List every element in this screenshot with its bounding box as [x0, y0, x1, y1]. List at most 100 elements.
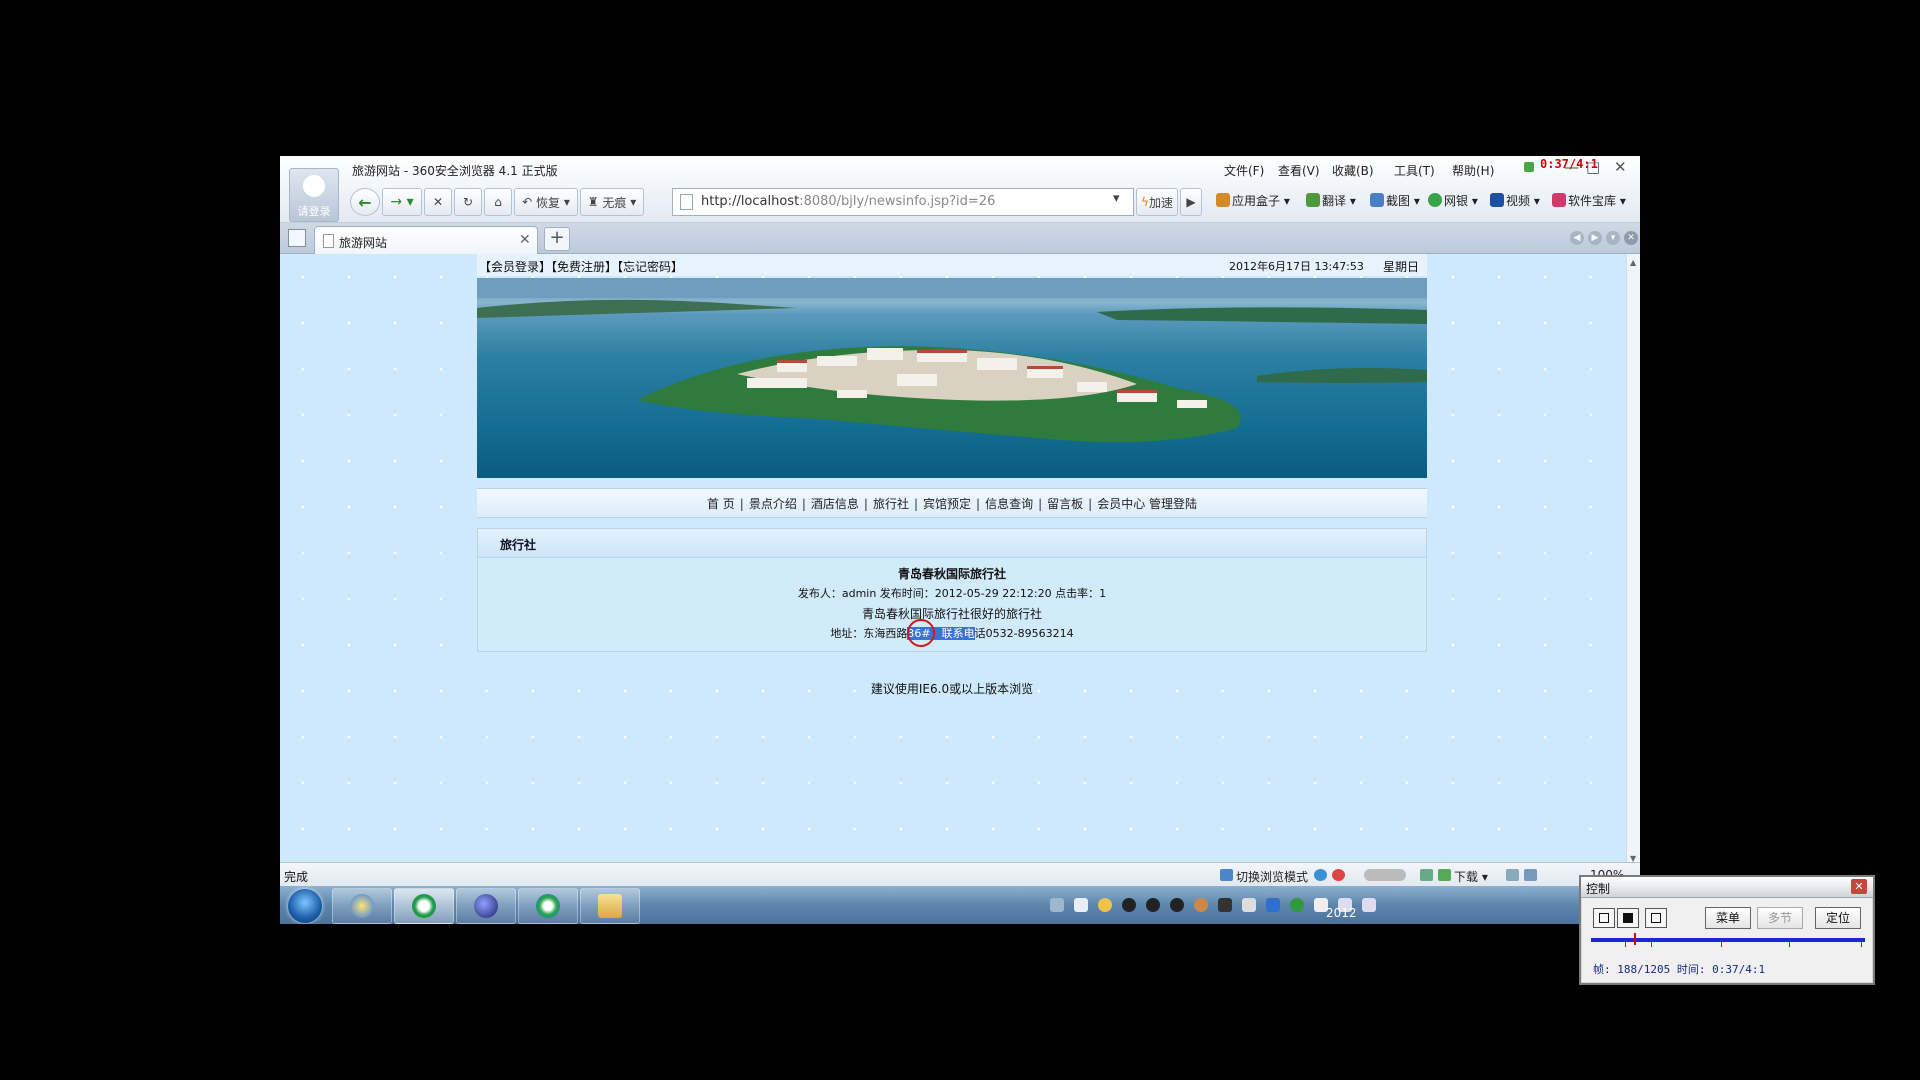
menu-view[interactable]: 查看(V): [1278, 162, 1320, 179]
nav-travel-agency[interactable]: 旅行社: [873, 497, 909, 511]
back-arrow-icon: ←: [358, 192, 372, 212]
multi-section-button[interactable]: 多节: [1757, 907, 1803, 929]
restore-button[interactable]: ↶ 恢复 ▾: [514, 188, 578, 216]
app-icon: [536, 894, 560, 918]
nav-info-query[interactable]: 信息查询: [985, 497, 1033, 511]
taskbar-explorer[interactable]: [580, 888, 640, 924]
maximize-button[interactable]: □: [1586, 158, 1600, 176]
stop-frame-button[interactable]: [1617, 908, 1639, 928]
member-login-link[interactable]: 【会员登录】: [479, 260, 551, 274]
address-bar[interactable]: http://localhost:8080/bjly/newsinfo.jsp?…: [672, 188, 1134, 216]
ie-icon: [350, 894, 374, 918]
download-icon: [1438, 869, 1451, 881]
avatar-head-icon: [303, 175, 325, 197]
playback-track[interactable]: [1591, 938, 1865, 942]
taskbar-360-browser[interactable]: [394, 888, 454, 924]
taskbar-app4[interactable]: [518, 888, 578, 924]
menu-file[interactable]: 文件(F): [1224, 162, 1264, 179]
refresh-button[interactable]: ↻: [454, 188, 482, 216]
qq-icon[interactable]: [1146, 898, 1160, 912]
section-title: 旅行社: [500, 538, 537, 552]
ie-icon[interactable]: [1314, 869, 1327, 881]
tray-app-icon[interactable]: [1218, 898, 1232, 912]
volume-icon[interactable]: [1362, 898, 1376, 912]
vertical-scrollbar[interactable]: ▲ ▼: [1626, 254, 1640, 868]
menu-button[interactable]: 菜单: [1705, 907, 1751, 929]
software-store-tool[interactable]: 软件宝库 ▾: [1552, 192, 1626, 209]
taskbar-ie[interactable]: [332, 888, 392, 924]
close-icon[interactable]: ✕: [1851, 879, 1867, 894]
nav-member-center[interactable]: 会员中心: [1097, 497, 1145, 511]
next-frame-button[interactable]: [1645, 908, 1667, 928]
qq-icon[interactable]: [1122, 898, 1136, 912]
taskbar-eclipse[interactable]: [456, 888, 516, 924]
tray-app-icon[interactable]: [1242, 898, 1256, 912]
menu-help[interactable]: 帮助(H): [1452, 162, 1494, 179]
nav-message-board[interactable]: 留言板: [1047, 497, 1083, 511]
refresh-tray-icon[interactable]: [1290, 898, 1304, 912]
back-button[interactable]: ←: [350, 188, 380, 216]
download-button[interactable]: 下载 ▾: [1454, 868, 1488, 885]
prev-frame-button[interactable]: [1593, 908, 1615, 928]
shield-icon[interactable]: [1266, 898, 1280, 912]
tray-app-icon[interactable]: [1098, 898, 1112, 912]
sound-icon[interactable]: [1506, 869, 1519, 881]
page-top-bar: 【会员登录】【免费注册】【忘记密码】 2012年6月17日 13:47:53 星…: [477, 254, 1427, 276]
screenshot-tool[interactable]: 截图 ▾: [1370, 192, 1420, 209]
keyboard-icon[interactable]: [1050, 898, 1064, 912]
nav-home[interactable]: 首 页: [707, 497, 735, 511]
user-avatar[interactable]: 请登录: [289, 168, 339, 222]
no-trace-button[interactable]: ♜ 无痕 ▾: [580, 188, 644, 216]
home-button[interactable]: ⌂: [484, 188, 512, 216]
app-box-tool[interactable]: 应用盒子 ▾: [1216, 192, 1290, 209]
close-window-button[interactable]: ✕: [1614, 158, 1627, 176]
menu-favorites[interactable]: 收藏(B): [1332, 162, 1374, 179]
stop-icon: [1623, 913, 1633, 923]
go-button[interactable]: ▶: [1180, 188, 1202, 216]
tray-app-icon[interactable]: [1074, 898, 1088, 912]
free-register-link[interactable]: 【免费注册】: [551, 260, 617, 274]
translate-tool[interactable]: 翻译 ▾: [1306, 192, 1356, 209]
start-button[interactable]: [288, 889, 322, 923]
forward-arrow-icon: → ▾: [390, 194, 414, 210]
tab-bar: 旅游网站 ✕ + ◀ ▶ ▾ ✕: [280, 223, 1640, 254]
forgot-password-link[interactable]: 【忘记密码】: [617, 260, 683, 274]
qq-icon[interactable]: [1170, 898, 1184, 912]
playhead[interactable]: [1633, 933, 1636, 945]
ebank-tool[interactable]: 网银 ▾: [1428, 192, 1478, 209]
restore-label: 恢复: [536, 195, 561, 210]
new-tab-button[interactable]: +: [544, 227, 570, 251]
forward-button[interactable]: → ▾: [382, 188, 422, 216]
toggle-switch-icon[interactable]: [1364, 869, 1406, 881]
security-icon[interactable]: [1332, 869, 1345, 881]
speed-up-button[interactable]: ϟ 加速: [1136, 188, 1178, 216]
browse-mode-icon: [1220, 869, 1233, 881]
tray-app-icon[interactable]: [1194, 898, 1208, 912]
tab-scroll-left-icon[interactable]: ◀: [1570, 231, 1584, 245]
minimize-button[interactable]: —: [1564, 158, 1579, 176]
tab-label: 旅游网站: [339, 236, 388, 250]
locate-button[interactable]: 定位: [1815, 907, 1861, 929]
window-icon[interactable]: [1524, 869, 1537, 881]
tray-clock[interactable]: 2012: [1326, 906, 1357, 920]
close-tab-icon[interactable]: ✕: [519, 232, 531, 248]
switch-browse-mode-button[interactable]: 切换浏览模式: [1236, 868, 1308, 885]
tab-scroll-right-icon[interactable]: ▶: [1588, 231, 1602, 245]
click-highlight-ring: [907, 619, 935, 647]
nav-hotel-booking[interactable]: 宾馆预定: [923, 497, 971, 511]
menu-tools[interactable]: 工具(T): [1394, 162, 1435, 179]
stop-button[interactable]: ✕: [424, 188, 452, 216]
tab-travel-site[interactable]: 旅游网站 ✕: [314, 226, 538, 254]
video-tool[interactable]: 视频 ▾: [1490, 192, 1540, 209]
close-all-tabs-icon[interactable]: ✕: [1624, 231, 1638, 245]
frame-icon: [1651, 913, 1661, 923]
scroll-up-icon[interactable]: ▲: [1630, 258, 1636, 267]
nav-attractions[interactable]: 景点介绍: [749, 497, 797, 511]
nav-admin-login[interactable]: 管理登陆: [1149, 497, 1197, 511]
sidebar-toggle-icon[interactable]: [288, 229, 306, 247]
nav-hotel-info[interactable]: 酒店信息: [811, 497, 859, 511]
tab-list-icon[interactable]: ▾: [1606, 231, 1620, 245]
page-tool-icon[interactable]: [1420, 869, 1433, 881]
chevron-down-icon[interactable]: ▾: [1113, 191, 1120, 206]
skin-icon[interactable]: [1524, 162, 1534, 172]
